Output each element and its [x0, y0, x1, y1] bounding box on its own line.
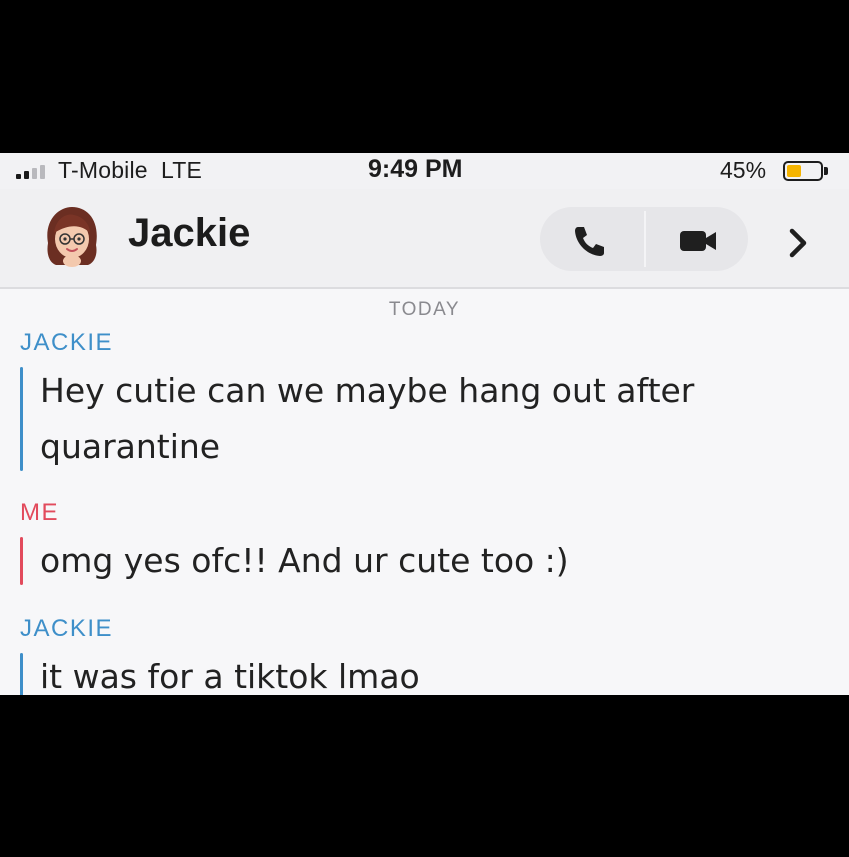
network-type: LTE	[160, 157, 203, 183]
carrier-label: T-Mobile LTE	[58, 157, 202, 184]
message-accent-bar	[20, 367, 23, 471]
chat-header: Jackie	[0, 189, 849, 289]
message-text: it was for a tiktok lmao	[40, 657, 420, 695]
video-camera-icon[interactable]	[676, 223, 720, 259]
phone-screen: T-Mobile LTE 9:49 PM 45% Jackie TODAY JA…	[0, 153, 849, 695]
contact-name[interactable]: Jackie	[128, 211, 250, 256]
screenshot-frame: T-Mobile LTE 9:49 PM 45% Jackie TODAY JA…	[0, 0, 849, 857]
message-accent-bar	[20, 537, 23, 585]
carrier-name: T-Mobile	[58, 157, 148, 183]
message-accent-bar	[20, 653, 23, 695]
status-time: 9:49 PM	[368, 155, 463, 183]
message-text: Hey cutie can we maybe hang out after qu…	[40, 371, 695, 466]
message-text: omg yes ofc!! And ur cute too :)	[40, 541, 569, 580]
message-bubble[interactable]: Hey cutie can we maybe hang out after qu…	[20, 363, 760, 475]
status-bar: T-Mobile LTE 9:49 PM 45%	[0, 153, 849, 189]
chevron-right-icon[interactable]	[782, 223, 814, 263]
signal-strength-icon	[16, 165, 50, 179]
message-bubble[interactable]: omg yes ofc!! And ur cute too :)	[20, 533, 800, 589]
battery-level-fill	[787, 165, 801, 177]
battery-nub	[824, 167, 828, 175]
battery-icon	[783, 161, 823, 181]
message-bubble[interactable]: it was for a tiktok lmao	[20, 649, 800, 695]
sender-label-jackie: JACKIE	[20, 329, 114, 356]
sender-label-me: ME	[20, 499, 59, 526]
chat-thread[interactable]: TODAY JACKIE Hey cutie can we maybe hang…	[0, 289, 849, 695]
bitmoji-avatar-icon[interactable]	[38, 203, 106, 271]
battery-percent: 45%	[720, 157, 767, 183]
call-actions-divider	[644, 211, 646, 267]
sender-label-jackie: JACKIE	[20, 615, 114, 642]
phone-icon[interactable]	[570, 221, 610, 261]
day-separator: TODAY	[388, 299, 461, 320]
